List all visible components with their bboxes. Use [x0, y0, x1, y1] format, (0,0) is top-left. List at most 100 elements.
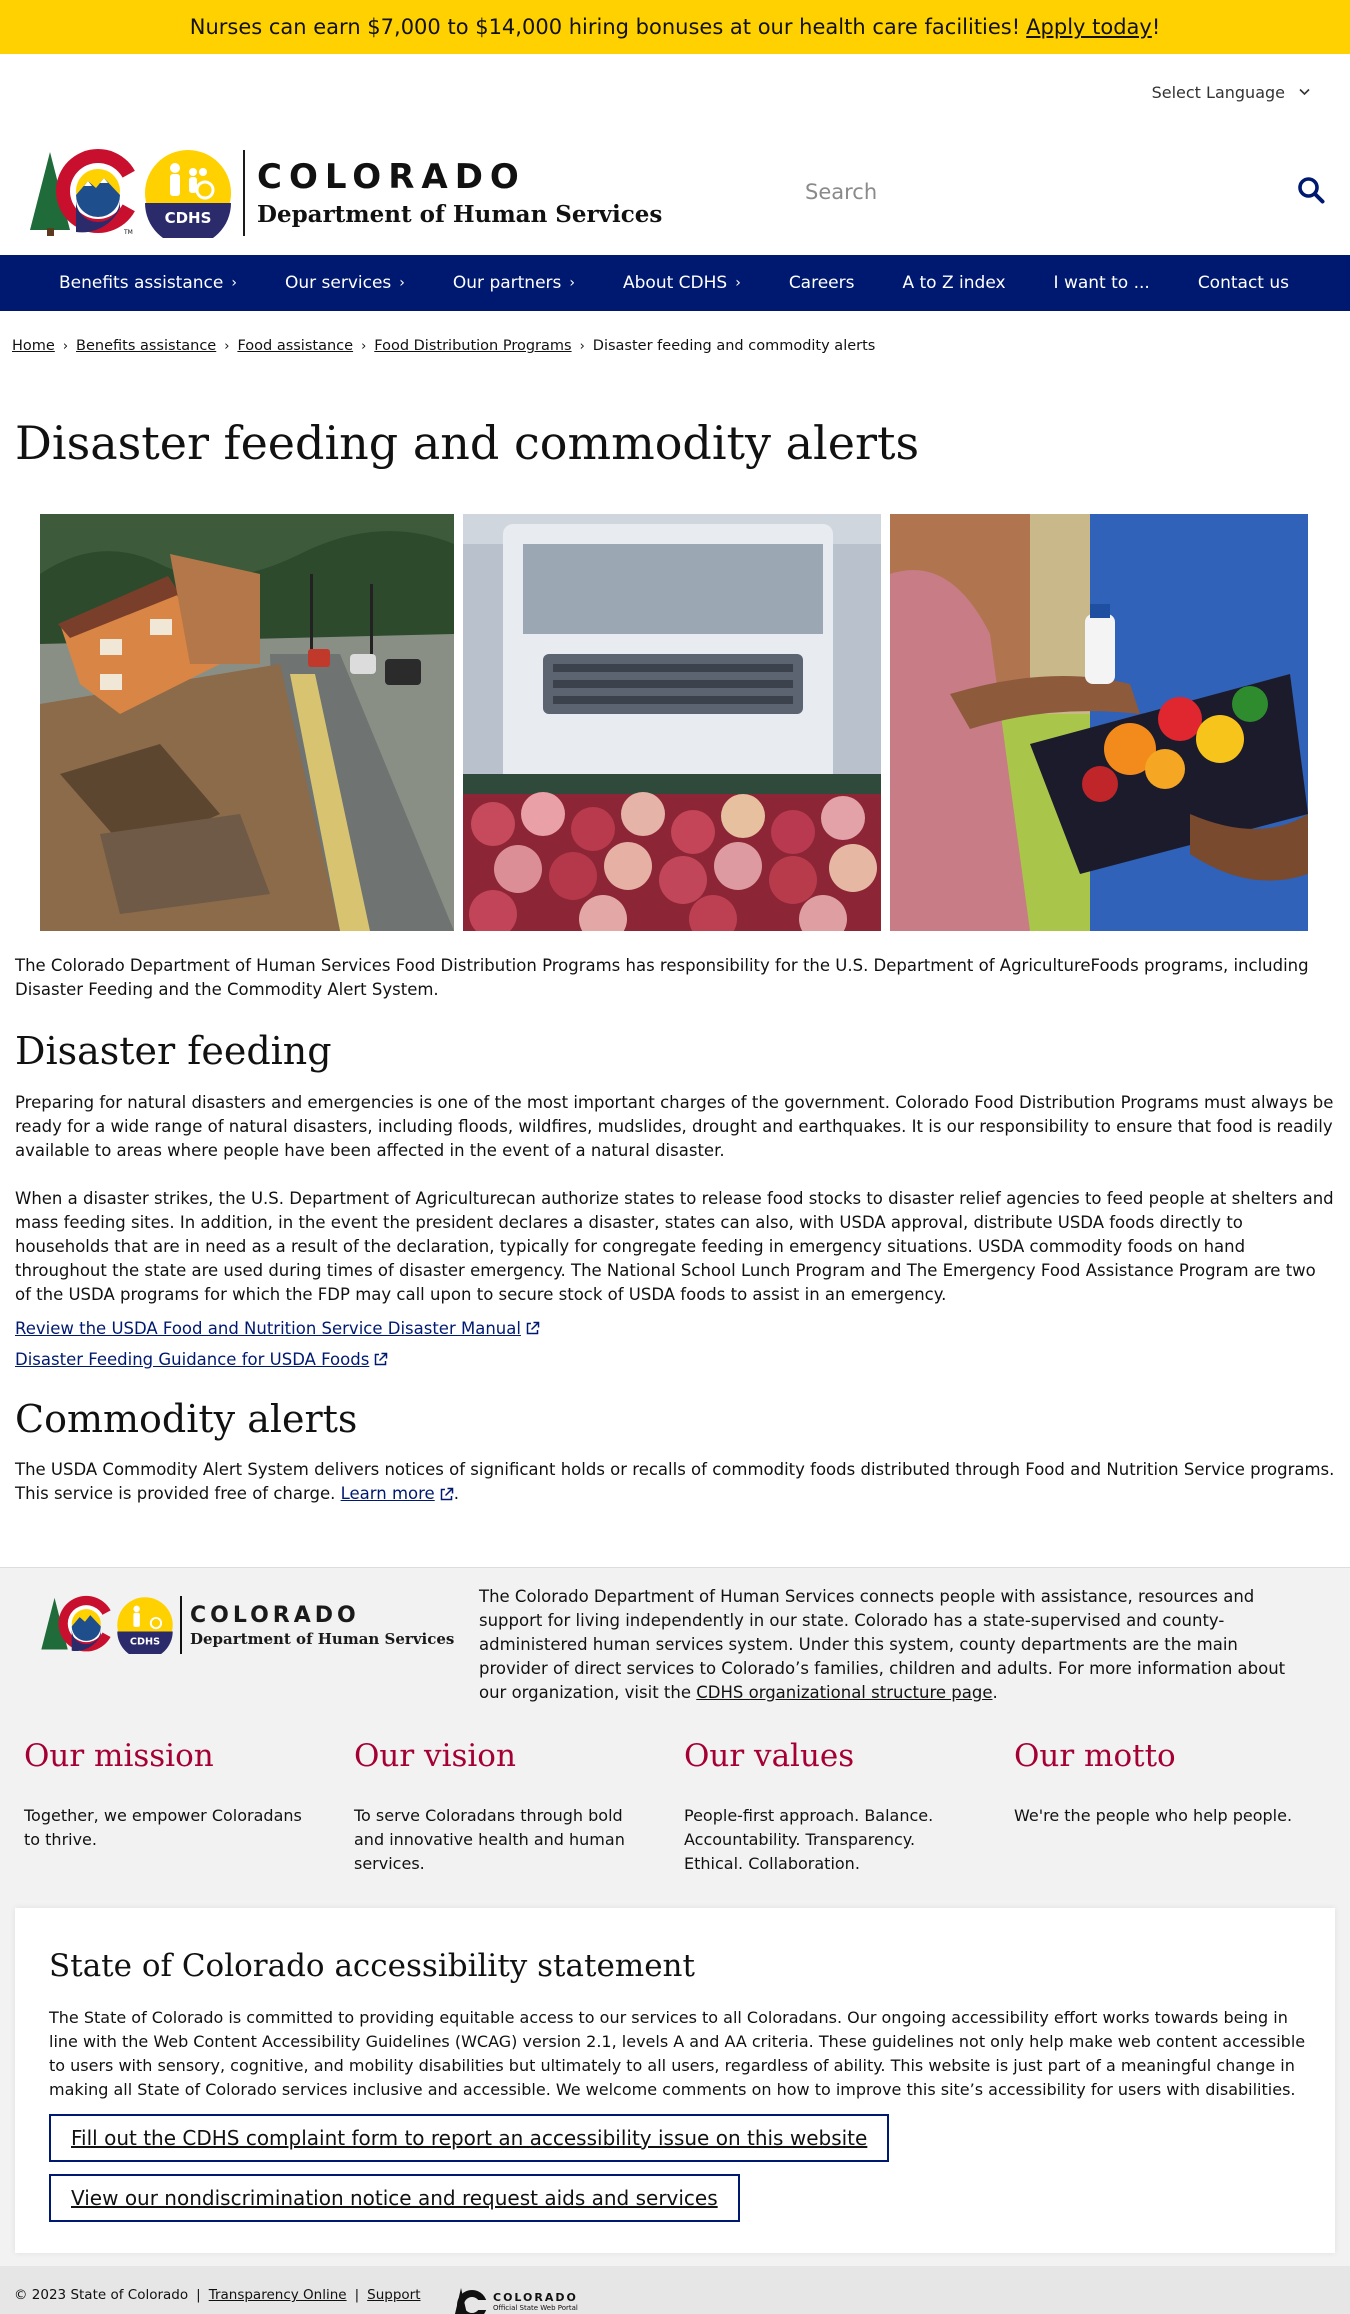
cdhs-org-structure-link[interactable]: CDHS organizational structure page	[696, 1683, 992, 1702]
apply-today-link[interactable]: Apply today	[1026, 15, 1152, 39]
logo-text: COLORADO Department of Human Services	[257, 157, 662, 228]
footer-col-vision: Our vision To serve Coloradans through b…	[354, 1738, 684, 1876]
nav-item-label: Our partners	[452, 273, 562, 293]
complaint-form-button[interactable]: Fill out the CDHS complaint form to repo…	[49, 2114, 890, 2162]
state-portal-subtitle: Official State Web Portal	[493, 2303, 578, 2312]
site-header: TM CDHS COLORADO Department of Human Ser…	[0, 130, 1350, 255]
language-row: Select Language	[0, 54, 1350, 130]
disaster-feeding-guidance-label: Disaster Feeding Guidance for USDA Foods	[15, 1350, 370, 1369]
nav-item-i-want-to[interactable]: I want to ...	[1030, 273, 1174, 293]
disaster-paragraph-1: Preparing for natural disasters and emer…	[15, 1093, 1334, 1160]
commodity-suffix: .	[453, 1484, 459, 1503]
language-select[interactable]: Select Language	[1152, 83, 1310, 102]
usda-disaster-manual-label: Review the USDA Food and Nutrition Servi…	[15, 1319, 521, 1338]
footer-col-text: We're the people who help people.	[1014, 1806, 1293, 1825]
breadcrumb-benefits-assistance[interactable]: Benefits assistance	[76, 338, 216, 354]
logo-state: COLORADO	[257, 157, 526, 197]
disaster-feeding-heading: Disaster feeding	[15, 1029, 332, 1073]
cdhs-badge-text: CDHS	[165, 209, 212, 227]
footer-logo[interactable]: CDHS COLORADO Department of Human Servic…	[40, 1595, 454, 1655]
nav-item-label: Our services	[284, 273, 392, 293]
footer-col-heading: Our mission	[24, 1738, 214, 1774]
breadcrumb-food-assistance[interactable]: Food assistance	[237, 338, 353, 354]
nav-item-label: Benefits assistance	[58, 273, 224, 293]
chevron-down-icon	[1299, 85, 1310, 99]
cdhs-badge-logo: CDHS	[117, 1597, 173, 1654]
page-title: Disaster feeding and commodity alerts	[15, 416, 920, 470]
accessibility-heading: State of Colorado accessibility statemen…	[49, 1948, 695, 1984]
chevron-right-icon: ›	[224, 338, 230, 354]
divider: |	[354, 2287, 360, 2303]
chevron-right-icon: ›	[62, 338, 69, 354]
chevron-right-icon: ›	[399, 275, 405, 291]
nav-item-about-cdhs[interactable]: About CDHS ›	[599, 273, 765, 293]
accessibility-statement: State of Colorado accessibility statemen…	[15, 1908, 1335, 2253]
disaster-links-2: Disaster Feeding Guidance for USDA Foods	[15, 1350, 1335, 1369]
nav-item-label: A to Z index	[902, 273, 1006, 293]
state-portal-title: COLORADO	[493, 2290, 578, 2304]
language-select-label: Select Language	[1151, 82, 1285, 102]
search-input[interactable]	[805, 180, 1205, 204]
flood-damage-image	[40, 514, 454, 931]
footer-col-text: Together, we empower Coloradans to thriv…	[24, 1806, 302, 1849]
nav-item-label: I want to ...	[1053, 273, 1150, 293]
state-portal-icon	[455, 2288, 489, 2314]
state-portal-logo[interactable]: COLORADO Official State Web Portal	[455, 2288, 578, 2314]
nondiscrimination-notice-button[interactable]: View our nondiscrimination notice and re…	[49, 2174, 740, 2222]
breadcrumb-current: Disaster feeding and commodity alerts	[592, 338, 876, 354]
site-logo[interactable]: TM CDHS COLORADO Department of Human Ser…	[28, 148, 662, 238]
nav-item-label: Contact us	[1197, 273, 1289, 293]
external-link-icon	[440, 1487, 453, 1500]
nav-item-label: About CDHS	[623, 273, 728, 293]
chevron-right-icon: ›	[569, 275, 575, 291]
main-content: The Colorado Department of Human Service…	[15, 954, 1335, 1506]
breadcrumb: Home › Benefits assistance › Food assist…	[0, 311, 1350, 354]
support-link[interactable]: Support	[367, 2287, 420, 2303]
alert-suffix: !	[1151, 15, 1161, 39]
search-bar	[805, 170, 1325, 214]
footer-bottom-bar: © 2023 State of Colorado | Transparency …	[0, 2266, 1350, 2314]
logo-department: Department of Human Services	[257, 201, 663, 228]
footer-col-heading: Our motto	[1014, 1738, 1176, 1774]
commodity-paragraph: The USDA Commodity Alert System delivers…	[15, 1458, 1335, 1506]
footer-logo-text: COLORADO Department of Human Services	[190, 1603, 454, 1648]
footer-col-motto: Our motto We're the people who help peop…	[1014, 1738, 1344, 1876]
nav-item-a-to-z-index[interactable]: A to Z index	[878, 273, 1029, 293]
chevron-right-icon: ›	[579, 338, 585, 354]
alert-text: Nurses can earn $7,000 to $14,000 hiring…	[189, 15, 1021, 39]
nav-item-benefits-assistance[interactable]: Benefits assistance ›	[35, 273, 261, 293]
disaster-links: Review the USDA Food and Nutrition Servi…	[15, 1319, 1335, 1338]
disaster-paragraph-2: When a disaster strikes, the U.S. Depart…	[15, 1189, 1334, 1304]
nav-item-contact-us[interactable]: Contact us	[1174, 273, 1313, 293]
chevron-right-icon: ›	[735, 275, 741, 291]
footer-col-text: To serve Coloradans through bold and inn…	[354, 1806, 625, 1873]
chevron-right-icon: ›	[231, 275, 237, 291]
food-basket-image	[890, 514, 1308, 931]
cdhs-badge-logo: CDHS	[145, 149, 231, 238]
search-icon[interactable]	[1297, 176, 1325, 208]
commodity-alerts-heading: Commodity alerts	[15, 1397, 358, 1441]
footer-pillars: Our mission Together, we empower Colorad…	[24, 1738, 1344, 1876]
footer-col-values: Our values People-first approach. Balanc…	[684, 1738, 1014, 1876]
main-nav: Benefits assistance › Our services › Our p…	[0, 255, 1350, 311]
truck-and-apples-image	[463, 514, 881, 931]
nav-item-careers[interactable]: Careers	[765, 273, 879, 293]
footer-logo-state: COLORADO	[190, 1602, 360, 1628]
external-link-icon	[526, 1321, 540, 1335]
nav-item-our-partners[interactable]: Our partners ›	[429, 273, 599, 293]
disaster-feeding-guidance-link[interactable]: Disaster Feeding Guidance for USDA Foods	[15, 1350, 388, 1369]
cdhs-badge-text: CDHS	[130, 1636, 160, 1647]
svg-text:TM: TM	[123, 229, 133, 236]
logo-divider	[180, 1596, 182, 1654]
usda-disaster-manual-link[interactable]: Review the USDA Food and Nutrition Servi…	[15, 1319, 540, 1338]
footer-col-text: People-first approach. Balance. Accounta…	[684, 1806, 934, 1873]
colorado-c-logo: TM	[30, 148, 140, 236]
breadcrumb-food-distribution-programs[interactable]: Food Distribution Programs	[374, 338, 571, 354]
nav-item-our-services[interactable]: Our services ›	[261, 273, 429, 293]
footer-col-mission: Our mission Together, we empower Colorad…	[24, 1738, 354, 1876]
transparency-online-link[interactable]: Transparency Online	[209, 2287, 347, 2303]
breadcrumb-home[interactable]: Home	[12, 338, 55, 354]
accessibility-text: The State of Colorado is committed to pr…	[49, 2008, 1306, 2099]
learn-more-link[interactable]: Learn more	[341, 1482, 454, 1506]
copyright-text: © 2023 State of Colorado	[14, 2287, 189, 2303]
